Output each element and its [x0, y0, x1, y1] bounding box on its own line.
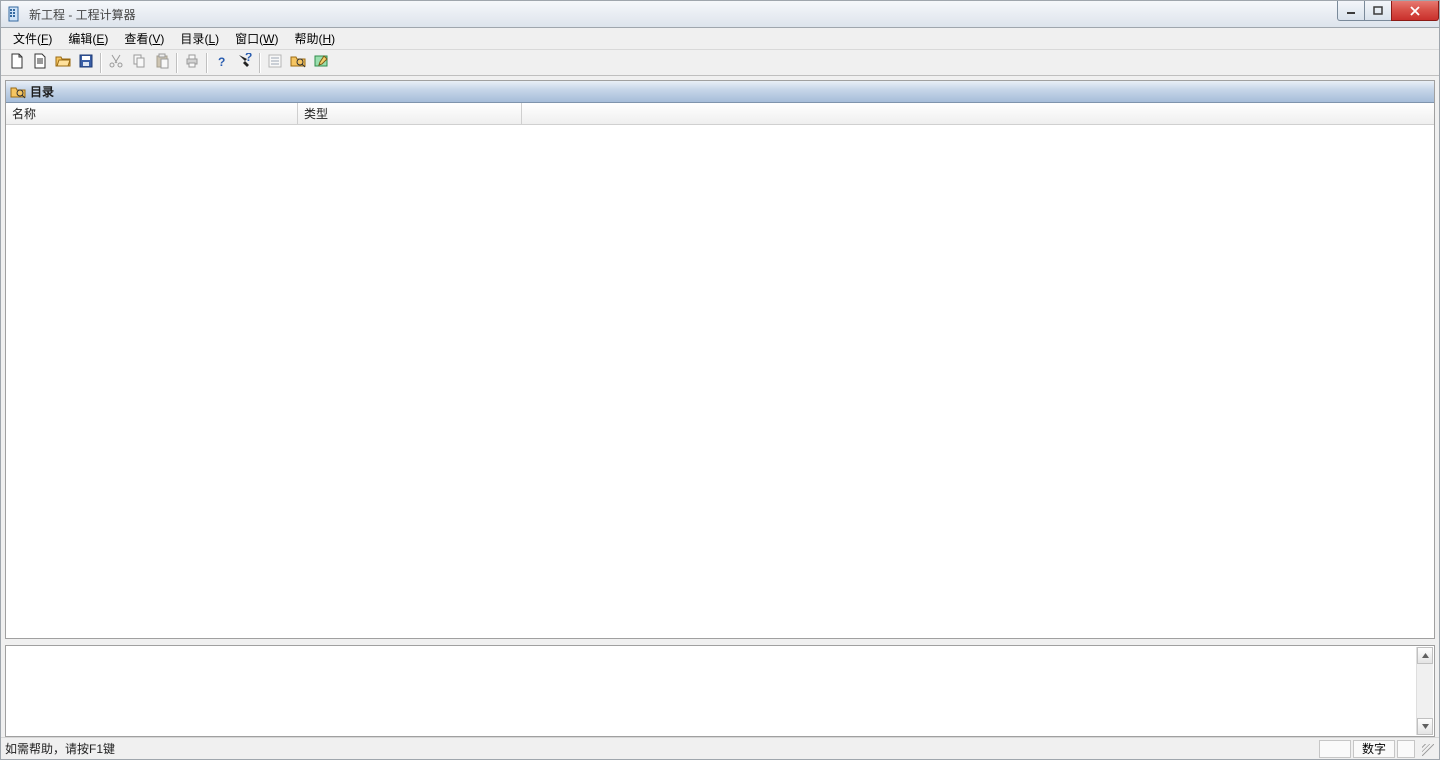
paste-icon — [154, 53, 170, 72]
menu-label: 帮助 — [294, 32, 318, 46]
minimize-button[interactable] — [1337, 1, 1365, 21]
menu-accel: H — [322, 32, 331, 46]
directory-panel: 目录 名称 类型 — [5, 80, 1435, 639]
column-label: 名称 — [12, 105, 36, 122]
print-button[interactable] — [180, 52, 203, 74]
column-headers: 名称 类型 — [6, 103, 1434, 125]
page-icon — [32, 53, 48, 72]
save-button[interactable] — [74, 52, 97, 74]
menu-directory[interactable]: 目录(L) — [172, 28, 227, 49]
menu-accel: V — [152, 32, 160, 46]
menu-view[interactable]: 查看(V) — [116, 28, 172, 49]
directory-panel-header: 目录 — [6, 81, 1434, 103]
scroll-track[interactable] — [1417, 664, 1433, 718]
copy-icon — [131, 53, 147, 72]
title-bar: 新工程 - 工程计算器 — [0, 0, 1440, 28]
find-button[interactable] — [286, 52, 309, 74]
cut-icon — [108, 53, 124, 72]
paste-button[interactable] — [150, 52, 173, 74]
context-help-icon: ? — [237, 53, 253, 72]
print-icon — [184, 53, 200, 72]
open-button[interactable] — [51, 52, 74, 74]
menu-help[interactable]: 帮助(H) — [286, 28, 343, 49]
column-label: 类型 — [304, 105, 328, 122]
column-blank[interactable] — [522, 103, 1434, 124]
save-icon — [78, 53, 94, 72]
toolbar-separator — [176, 53, 177, 73]
svg-text:?: ? — [245, 53, 252, 64]
directory-panel-title: 目录 — [30, 83, 54, 100]
folder-open-icon — [55, 53, 71, 72]
vertical-scrollbar[interactable] — [1416, 647, 1433, 735]
menu-file[interactable]: 文件(F) — [5, 28, 60, 49]
menu-accel: F — [41, 32, 48, 46]
window-title: 新工程 - 工程计算器 — [29, 6, 136, 23]
new-button[interactable] — [5, 52, 28, 74]
list-icon — [267, 53, 283, 72]
menu-edit[interactable]: 编辑(E) — [60, 28, 116, 49]
status-bar: 如需帮助，请按F1键 数字 — [1, 737, 1439, 759]
maximize-button[interactable] — [1364, 1, 1392, 21]
context-help-button[interactable]: ? — [233, 52, 256, 74]
resize-grip[interactable] — [1419, 741, 1435, 757]
output-area[interactable] — [6, 646, 1434, 736]
new-file-icon — [9, 53, 25, 72]
content-area: 目录 名称 类型 — [1, 76, 1439, 737]
toolbar-separator — [206, 53, 207, 73]
column-type[interactable]: 类型 — [298, 103, 522, 124]
directory-list[interactable] — [6, 125, 1434, 638]
menu-accel: E — [96, 32, 104, 46]
menu-label: 文件 — [13, 32, 37, 46]
folder-search-icon — [10, 84, 26, 100]
cut-button[interactable] — [104, 52, 127, 74]
note-button[interactable] — [309, 52, 332, 74]
find-folder-icon — [290, 53, 306, 72]
help-icon: ? — [214, 53, 230, 72]
app-frame: 文件(F) 编辑(E) 查看(V) 目录(L) 窗口(W) 帮助(H) ? ? — [0, 28, 1440, 760]
menu-label: 编辑 — [68, 32, 92, 46]
window-controls — [1338, 1, 1439, 21]
new-page-button[interactable] — [28, 52, 51, 74]
toolbar-separator — [259, 53, 260, 73]
menu-accel: W — [263, 32, 274, 46]
column-name[interactable]: 名称 — [6, 103, 298, 124]
status-numlock: 数字 — [1353, 740, 1395, 758]
list-view-button[interactable] — [263, 52, 286, 74]
toolbar-separator — [100, 53, 101, 73]
menu-label: 窗口 — [235, 32, 259, 46]
menu-label: 目录 — [180, 32, 204, 46]
status-cell-empty2 — [1397, 740, 1415, 758]
toolbar: ? ? — [1, 50, 1439, 76]
menu-accel: L — [208, 32, 215, 46]
note-icon — [313, 53, 329, 72]
menu-bar: 文件(F) 编辑(E) 查看(V) 目录(L) 窗口(W) 帮助(H) — [1, 28, 1439, 50]
scroll-up-button[interactable] — [1417, 647, 1433, 664]
output-panel — [5, 645, 1435, 737]
status-help-text: 如需帮助，请按F1键 — [5, 740, 1317, 757]
help-button[interactable]: ? — [210, 52, 233, 74]
menu-label: 查看 — [124, 32, 148, 46]
copy-button[interactable] — [127, 52, 150, 74]
app-icon — [7, 6, 23, 22]
menu-window[interactable]: 窗口(W) — [227, 28, 286, 49]
svg-text:?: ? — [218, 55, 225, 69]
close-button[interactable] — [1391, 1, 1439, 21]
status-cell-empty — [1319, 740, 1351, 758]
scroll-down-button[interactable] — [1417, 718, 1433, 735]
